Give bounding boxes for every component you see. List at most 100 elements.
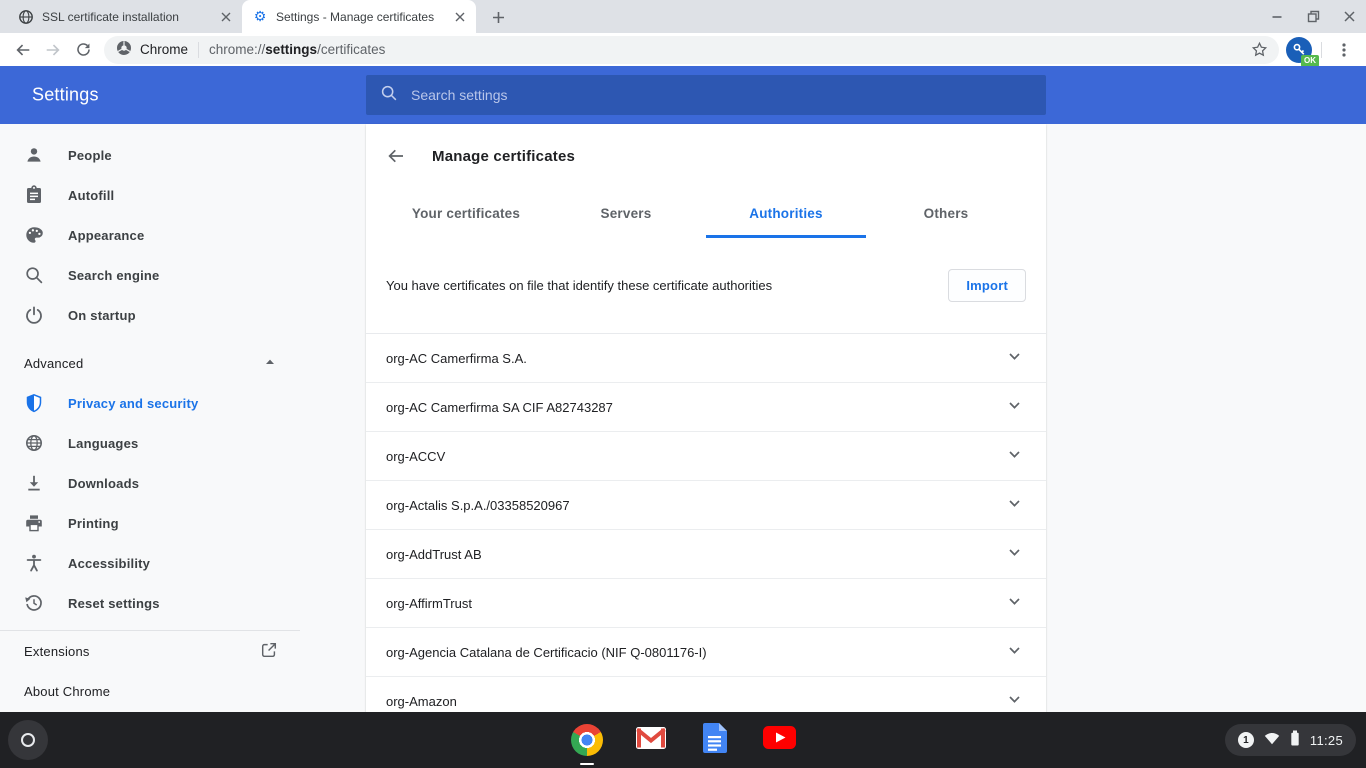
sidebar-item-appearance[interactable]: Appearance	[0, 215, 300, 255]
notification-count-badge: 1	[1238, 732, 1254, 748]
chromeos-screen: SSL certificate installation ⚙ Settings …	[0, 0, 1366, 768]
sidebar-item-people[interactable]: People	[0, 135, 300, 175]
tab-authorities[interactable]: Authorities	[706, 188, 866, 238]
chevron-down-icon[interactable]	[1007, 545, 1022, 563]
chevron-down-icon[interactable]	[1007, 398, 1022, 416]
toolbar-divider	[1321, 42, 1322, 58]
sidebar-item-label: On startup	[68, 308, 136, 323]
sidebar-item-accessibility[interactable]: Accessibility	[0, 543, 300, 583]
browser-menu-kebab-icon[interactable]	[1330, 36, 1358, 64]
certificate-name: org-Actalis S.p.A./03358520967	[386, 498, 570, 513]
shield-icon	[24, 393, 44, 413]
certificate-name: org-ACCV	[386, 449, 445, 464]
reset-icon	[24, 593, 44, 613]
language-globe-icon	[24, 433, 44, 453]
launcher-button[interactable]	[8, 720, 48, 760]
bookmark-star-icon[interactable]	[1245, 36, 1273, 64]
tab-servers[interactable]: Servers	[546, 188, 706, 238]
sidebar-item-label: Autofill	[68, 188, 114, 203]
tab-your-certificates[interactable]: Your certificates	[386, 188, 546, 238]
chevron-down-icon[interactable]	[1007, 349, 1022, 367]
sidebar-item-languages[interactable]: Languages	[0, 423, 300, 463]
back-icon[interactable]	[8, 36, 38, 64]
authorities-description: You have certificates on file that ident…	[386, 278, 772, 293]
sidebar-item-label: Appearance	[68, 228, 144, 243]
back-arrow-icon[interactable]	[386, 146, 406, 166]
settings-header: Settings	[0, 66, 1366, 124]
card-title: Manage certificates	[432, 148, 575, 165]
sidebar-item-extensions[interactable]: Extensions	[0, 631, 300, 671]
sidebar-advanced-toggle[interactable]: Advanced	[0, 343, 300, 383]
certificate-row[interactable]: org-ACCV	[366, 432, 1046, 481]
sidebar-item-about-chrome[interactable]: About Chrome	[0, 671, 300, 711]
power-icon	[24, 305, 44, 325]
sidebar-item-label: Downloads	[68, 476, 139, 491]
tab-title: SSL certificate installation	[42, 10, 210, 24]
shelf-app-docs[interactable]	[699, 724, 731, 756]
manage-certificates-card: Manage certificates Your certificates Se…	[366, 124, 1046, 768]
extension-badge: OK	[1301, 55, 1319, 67]
sidebar-item-printing[interactable]: Printing	[0, 503, 300, 543]
certificate-name: org-AddTrust AB	[386, 547, 482, 562]
certificate-row[interactable]: org-AC Camerfirma SA CIF A82743287	[366, 383, 1046, 432]
certificate-name: org-AC Camerfirma S.A.	[386, 351, 527, 366]
settings-search-box[interactable]	[366, 75, 1046, 115]
launcher-circle-icon	[21, 733, 35, 747]
search-input[interactable]	[411, 87, 1032, 103]
omnibox[interactable]: Chrome chrome://settings/certificates	[104, 36, 1279, 64]
person-icon	[24, 145, 44, 165]
certificate-row[interactable]: org-Agencia Catalana de Certificacio (NI…	[366, 628, 1046, 677]
extension-password-icon[interactable]: OK	[1285, 36, 1313, 64]
reload-icon[interactable]	[68, 36, 98, 64]
close-window-icon[interactable]	[1342, 10, 1356, 24]
chevron-down-icon[interactable]	[1007, 594, 1022, 612]
certificate-row[interactable]: org-AddTrust AB	[366, 530, 1046, 579]
certificate-row[interactable]: org-AC Camerfirma S.A.	[366, 334, 1046, 383]
docs-icon	[703, 723, 727, 758]
sidebar-item-search-engine[interactable]: Search engine	[0, 255, 300, 295]
card-header: Manage certificates	[366, 124, 1046, 188]
chromeos-shelf: 1 11:25	[0, 712, 1366, 768]
window-controls	[1270, 0, 1356, 33]
clock: 11:25	[1310, 733, 1343, 748]
sidebar-item-label: Languages	[68, 436, 138, 451]
accessibility-icon	[24, 553, 44, 573]
restore-icon[interactable]	[1306, 10, 1320, 24]
shelf-app-chrome[interactable]	[571, 724, 603, 756]
shelf-app-gmail[interactable]	[635, 724, 667, 756]
certificate-row[interactable]: org-Actalis S.p.A./03358520967	[366, 481, 1046, 530]
chevron-down-icon[interactable]	[1007, 496, 1022, 514]
import-button[interactable]: Import	[948, 269, 1026, 302]
import-section: You have certificates on file that ident…	[366, 238, 1046, 334]
chevron-down-icon[interactable]	[1007, 643, 1022, 661]
search-icon	[380, 84, 398, 107]
new-tab-button[interactable]	[484, 3, 512, 31]
settings-sidebar: People Autofill Appearance Search engine	[0, 135, 300, 711]
extensions-label: Extensions	[24, 644, 90, 659]
chevron-down-icon[interactable]	[1007, 447, 1022, 465]
status-tray[interactable]: 1 11:25	[1225, 724, 1356, 756]
close-tab-icon[interactable]	[218, 9, 234, 25]
gmail-icon	[636, 727, 666, 754]
shelf-app-youtube[interactable]	[763, 724, 795, 756]
tab-settings-manage-certificates[interactable]: ⚙ Settings - Manage certificates	[242, 0, 476, 33]
url-text: chrome://settings/certificates	[209, 42, 385, 57]
close-tab-icon[interactable]	[452, 9, 468, 25]
sidebar-item-downloads[interactable]: Downloads	[0, 463, 300, 503]
forward-icon[interactable]	[38, 36, 68, 64]
certificate-name: org-AffirmTrust	[386, 596, 472, 611]
sidebar-item-autofill[interactable]: Autofill	[0, 175, 300, 215]
certificate-row[interactable]: org-AffirmTrust	[366, 579, 1046, 628]
globe-icon	[18, 9, 34, 25]
chevron-down-icon[interactable]	[1007, 692, 1022, 710]
sidebar-item-reset-settings[interactable]: Reset settings	[0, 583, 300, 623]
browser-toolbar: Chrome chrome://settings/certificates OK	[0, 33, 1366, 66]
tab-others[interactable]: Others	[866, 188, 1026, 238]
sidebar-item-privacy-and-security[interactable]: Privacy and security	[0, 383, 300, 423]
sidebar-item-on-startup[interactable]: On startup	[0, 295, 300, 335]
minimize-icon[interactable]	[1270, 10, 1284, 24]
download-icon	[24, 473, 44, 493]
key-icon: OK	[1286, 37, 1312, 63]
tab-ssl-certificate-installation[interactable]: SSL certificate installation	[8, 0, 242, 33]
youtube-icon	[763, 726, 796, 754]
